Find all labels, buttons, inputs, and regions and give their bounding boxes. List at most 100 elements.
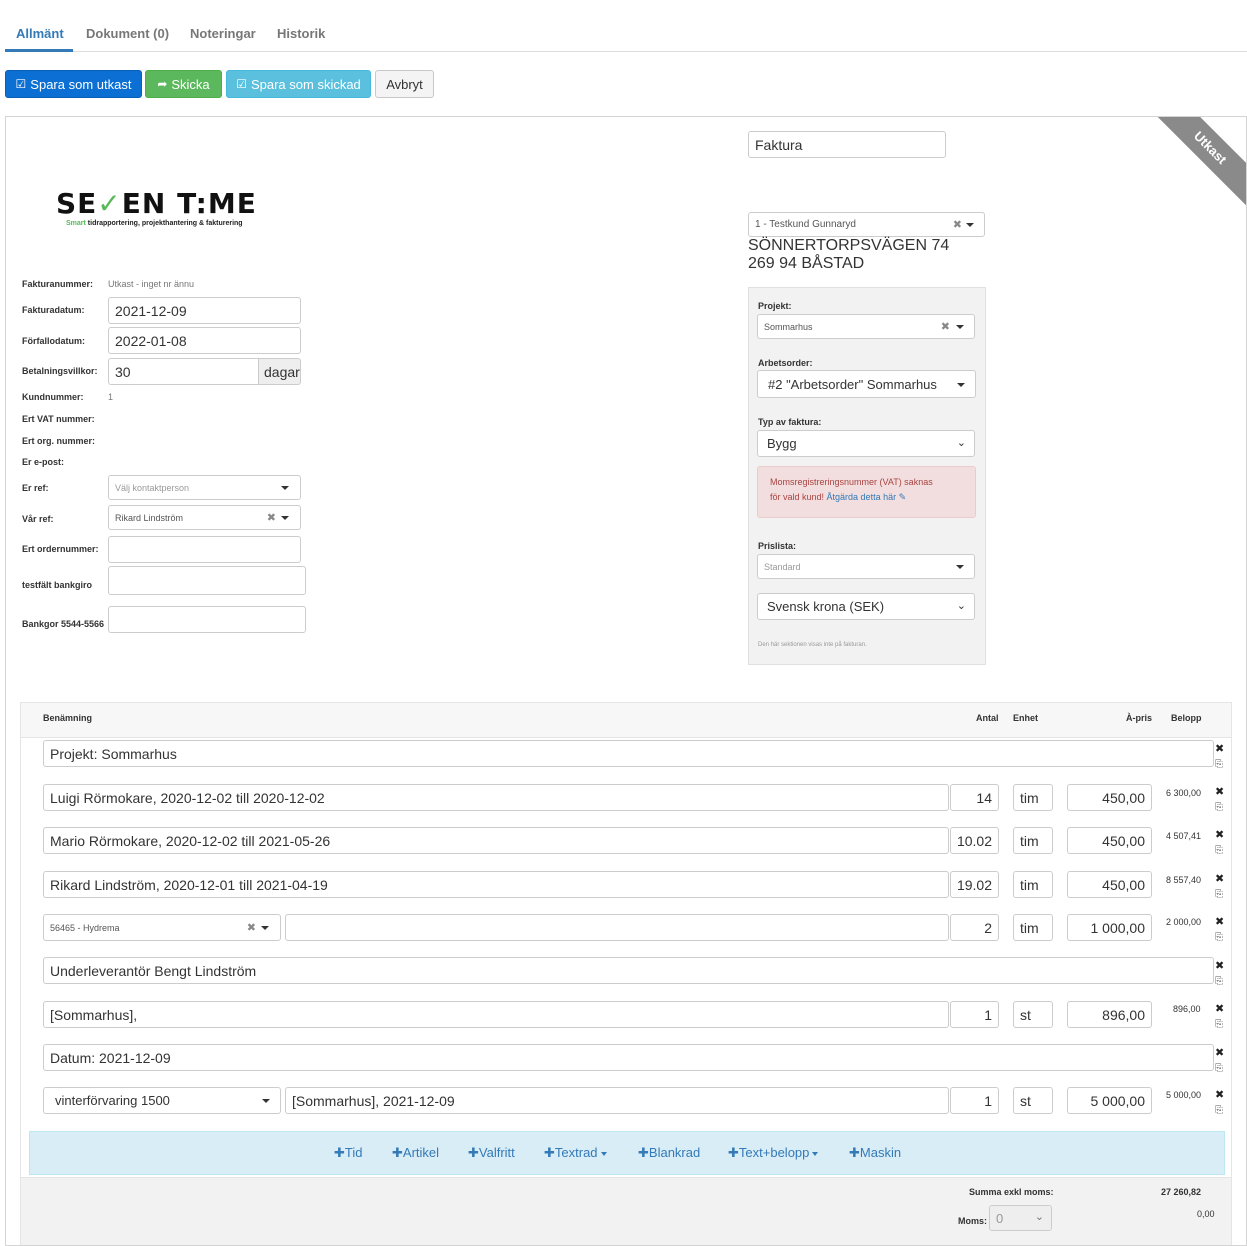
work-order-select[interactable]: #2 "Arbetsorder" Sommarhus — [757, 370, 976, 398]
caret-down-icon — [600, 1151, 607, 1156]
save-draft-button[interactable]: ☑ Spara som utkast — [5, 70, 142, 98]
add-time-button[interactable]: ✚Tid — [334, 1145, 362, 1161]
vat-label: Moms: — [958, 1216, 987, 1226]
line-text-input[interactable]: Projekt: Sommarhus — [43, 740, 1214, 767]
clear-icon[interactable]: ✖ — [247, 921, 256, 934]
invoice-type-select[interactable]: Bygg ⌄ — [757, 430, 975, 457]
vat-select[interactable]: 0 ⌄ — [989, 1205, 1052, 1231]
check-square-icon: ☑ — [15, 77, 27, 91]
chevron-down-icon: ⌄ — [956, 600, 966, 612]
currency-value: Svensk krona (SEK) — [767, 599, 885, 614]
invoice-number-value: Utkast - inget nr ännu — [108, 279, 195, 289]
due-date-field[interactable]: 2022-01-08 — [108, 327, 301, 354]
invoice-date-field[interactable]: 2021-12-09 — [108, 297, 301, 324]
line-unit-input[interactable]: st — [1013, 1087, 1053, 1114]
line-unit-input[interactable]: tim — [1013, 871, 1053, 898]
tab-documents[interactable]: Dokument (0) — [86, 26, 169, 41]
invoice-type-label: Typ av faktura: — [758, 417, 822, 427]
order-number-field[interactable] — [108, 536, 301, 563]
copy-icon[interactable]: ⎘ — [1215, 1019, 1223, 1030]
add-optional-label: Valfritt — [478, 1145, 515, 1160]
clear-icon[interactable]: ✖ — [267, 511, 276, 524]
line-price-input[interactable]: 896,00 — [1067, 1001, 1152, 1028]
company-logo: SE✓EN T:ME — [56, 187, 257, 220]
customer-select[interactable]: 1 - Testkund Gunnaryd ✖ — [748, 212, 985, 237]
line-price-input[interactable]: 450,00 — [1067, 784, 1152, 811]
line-qty-input[interactable]: 14 — [950, 784, 999, 811]
project-select[interactable]: Sommarhus ✖ — [757, 314, 975, 339]
edit-icon: ✎ — [898, 492, 907, 502]
line-text-input[interactable]: [Sommarhus], 2021-12-09 — [285, 1087, 949, 1114]
article-select[interactable]: vinterförvaring 1500 — [43, 1087, 281, 1114]
our-ref-select[interactable]: Rikard Lindström ✖ — [108, 505, 301, 530]
line-text-input[interactable]: Rikard Lindström, 2020-12-01 till 2021-0… — [43, 871, 949, 898]
line-text-input[interactable]: [Sommarhus], — [43, 1001, 949, 1028]
add-article-button[interactable]: ✚Artikel — [392, 1145, 439, 1161]
line-price-input[interactable]: 450,00 — [1067, 871, 1152, 898]
remove-icon[interactable]: ✖ — [1215, 742, 1224, 755]
share-icon: ➦ — [157, 77, 168, 91]
tab-general[interactable]: Allmänt — [16, 26, 64, 41]
logo-tagline: Smart tidrapportering, projekthantering … — [66, 220, 243, 227]
add-blankrow-button[interactable]: ✚Blankrad — [638, 1145, 700, 1161]
clear-icon[interactable]: ✖ — [941, 320, 950, 333]
clear-icon[interactable]: ✖ — [953, 218, 962, 231]
send-button[interactable]: ➦ Skicka — [145, 70, 222, 98]
copy-icon[interactable]: ⎘ — [1215, 845, 1223, 856]
line-qty-input[interactable]: 10.02 — [950, 827, 999, 854]
add-textrow-button[interactable]: ✚Textrad — [544, 1145, 607, 1161]
line-unit-input[interactable]: st — [1013, 1001, 1053, 1028]
line-text-input[interactable]: Underleverantör Bengt Lindström — [43, 957, 1214, 984]
payment-terms-unit: dagar — [258, 358, 301, 385]
remove-icon[interactable]: ✖ — [1215, 959, 1224, 972]
copy-icon[interactable]: ⎘ — [1215, 1063, 1223, 1074]
add-optional-button[interactable]: ✚Valfritt — [468, 1145, 515, 1161]
remove-icon[interactable]: ✖ — [1215, 785, 1224, 798]
pricelist-value: Standard — [764, 561, 801, 572]
payment-terms-field[interactable]: 30 — [108, 358, 259, 385]
line-unit-input[interactable]: tim — [1013, 784, 1053, 811]
line-price-input[interactable]: 450,00 — [1067, 827, 1152, 854]
remove-icon[interactable]: ✖ — [1215, 828, 1224, 841]
add-text-amount-button[interactable]: ✚Text+belopp — [728, 1145, 819, 1161]
add-machine-button[interactable]: ✚Maskin — [849, 1145, 901, 1161]
tab-history[interactable]: Historik — [277, 26, 325, 41]
line-qty-input[interactable]: 19.02 — [950, 871, 999, 898]
line-price-input[interactable]: 1 000,00 — [1067, 914, 1152, 941]
col-unit-header: Enhet — [1013, 713, 1039, 723]
status-ribbon-label: Utkast — [1154, 117, 1246, 209]
tab-notes[interactable]: Noteringar — [190, 26, 256, 41]
cancel-button[interactable]: Avbryt — [375, 70, 434, 98]
remove-icon[interactable]: ✖ — [1215, 1002, 1224, 1015]
copy-icon[interactable]: ⎘ — [1215, 889, 1223, 900]
line-unit-input[interactable]: tim — [1013, 914, 1053, 941]
line-text-input[interactable]: Luigi Rörmokare, 2020-12-02 till 2020-12… — [43, 784, 949, 811]
copy-icon[interactable]: ⎘ — [1215, 1105, 1223, 1116]
remove-icon[interactable]: ✖ — [1215, 915, 1224, 928]
save-sent-button[interactable]: ☑ Spara som skickad — [226, 70, 371, 98]
copy-icon[interactable]: ⎘ — [1215, 976, 1223, 987]
document-type-input[interactable]: Faktura — [748, 131, 946, 158]
pricelist-select[interactable]: Standard — [757, 554, 975, 579]
copy-icon[interactable]: ⎘ — [1215, 932, 1223, 943]
line-qty-input[interactable]: 1 — [950, 1001, 999, 1028]
fix-link[interactable]: Åtgärda detta här — [827, 492, 897, 502]
line-text-input[interactable] — [285, 914, 949, 941]
line-text-input[interactable]: Mario Rörmokare, 2020-12-02 till 2021-05… — [43, 827, 949, 854]
remove-icon[interactable]: ✖ — [1215, 872, 1224, 885]
your-ref-select[interactable]: Välj kontaktperson — [108, 475, 301, 500]
remove-icon[interactable]: ✖ — [1215, 1046, 1224, 1059]
line-price-input[interactable]: 5 000,00 — [1067, 1087, 1152, 1114]
bankgiro-test-field[interactable] — [108, 566, 306, 595]
article-select[interactable]: 56465 - Hydrema ✖ — [43, 914, 281, 941]
vat-select-value: 0 — [996, 1210, 1004, 1226]
remove-icon[interactable]: ✖ — [1215, 1088, 1224, 1101]
line-unit-input[interactable]: tim — [1013, 827, 1053, 854]
copy-icon[interactable]: ⎘ — [1215, 802, 1223, 813]
line-qty-input[interactable]: 2 — [950, 914, 999, 941]
copy-icon[interactable]: ⎘ — [1215, 759, 1223, 770]
line-qty-input[interactable]: 1 — [950, 1087, 999, 1114]
currency-select[interactable]: Svensk krona (SEK) ⌄ — [757, 593, 975, 620]
line-text-input[interactable]: Datum: 2021-12-09 — [43, 1044, 1214, 1071]
bankgor-field[interactable] — [108, 606, 306, 633]
